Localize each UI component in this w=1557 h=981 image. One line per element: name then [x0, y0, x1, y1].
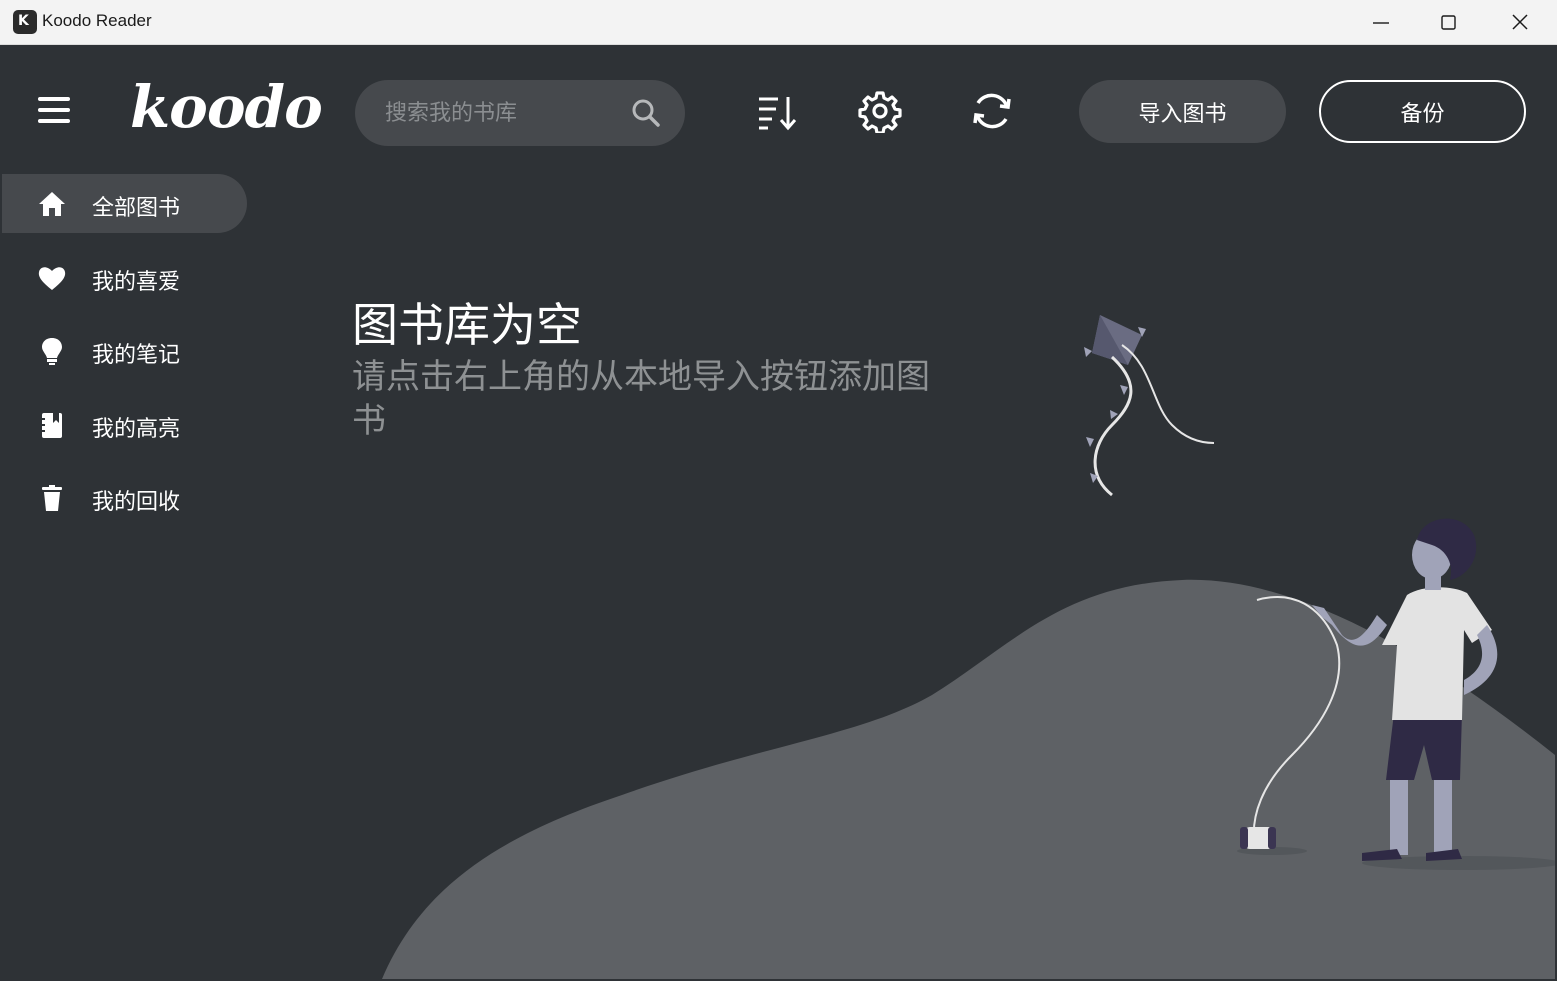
minimize-icon — [1373, 22, 1389, 24]
empty-library-description: 请点击右上角的从本地导入按钮添加图书 — [352, 357, 930, 441]
sidebar-item-all-books[interactable]: 全部图书 — [2, 174, 247, 233]
close-icon — [1512, 14, 1528, 30]
sidebar-item-favorites[interactable]: 我的喜爱 — [2, 248, 247, 307]
menu-button[interactable] — [38, 95, 72, 125]
sidebar-item-label: 我的笔记 — [92, 343, 181, 368]
close-button[interactable] — [1485, 0, 1555, 45]
empty-library-title: 图书库为空 — [352, 298, 582, 352]
sidebar: 全部图书 我的喜爱 我的笔记 我的高亮 我的回收 — [2, 174, 252, 542]
sidebar-item-highlights[interactable]: 我的高亮 — [2, 395, 247, 454]
sync-button[interactable] — [970, 89, 1014, 133]
search-input[interactable] — [385, 98, 615, 128]
sidebar-item-label: 我的高亮 — [92, 416, 181, 442]
minimize-button[interactable] — [1346, 0, 1416, 45]
app-logo: koodo — [130, 73, 323, 141]
sidebar-item-label: 我的喜爱 — [92, 269, 181, 295]
sync-icon — [973, 93, 1011, 129]
title-bar: K Koodo Reader — [0, 0, 1557, 45]
import-books-button[interactable]: 导入图书 — [1079, 80, 1286, 143]
home-icon — [39, 192, 65, 216]
settings-button[interactable] — [858, 89, 902, 133]
trash-icon — [42, 485, 62, 511]
window-title: Koodo Reader — [42, 11, 152, 30]
sort-icon — [759, 97, 797, 131]
maximize-icon — [1441, 15, 1456, 30]
maximize-button[interactable] — [1414, 0, 1484, 45]
heart-icon — [38, 266, 66, 290]
highlight-book-icon — [40, 412, 62, 438]
lightbulb-icon — [42, 338, 62, 365]
sidebar-item-label: 全部图书 — [92, 196, 181, 221]
sidebar-item-trash[interactable]: 我的回收 — [2, 468, 247, 527]
app-icon: K — [13, 10, 37, 34]
search-icon[interactable] — [631, 98, 661, 128]
sidebar-item-notes[interactable]: 我的笔记 — [2, 321, 247, 380]
sidebar-item-label: 我的回收 — [92, 490, 181, 515]
app-window: koodo 导入图书 — [2, 45, 1555, 979]
backup-button[interactable]: 备份 — [1319, 80, 1526, 143]
gear-icon — [858, 91, 902, 133]
search-box[interactable] — [355, 80, 685, 146]
sort-button[interactable] — [754, 89, 798, 133]
